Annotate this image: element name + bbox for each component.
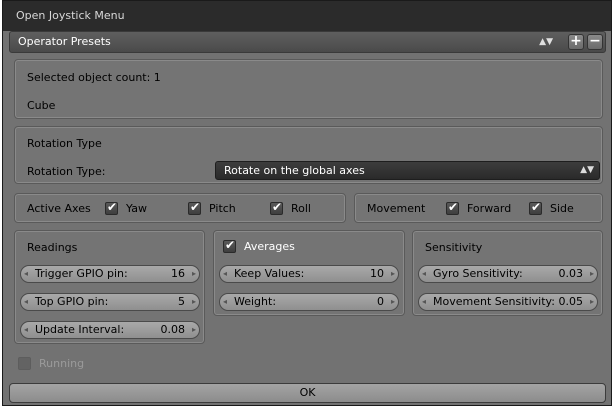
field-value: 0.05: [558, 295, 584, 308]
field-label: Keep Values:: [234, 267, 305, 280]
left-arrow-icon[interactable]: ◂: [422, 294, 426, 310]
readings-title: Readings: [27, 241, 78, 254]
field-label: Trigger GPIO pin:: [35, 267, 128, 280]
keep-values-field[interactable]: ◂ Keep Values: 10 ▸: [219, 265, 399, 283]
right-arrow-icon[interactable]: ▸: [391, 294, 395, 310]
field-label: Update Interval:: [35, 323, 125, 336]
right-arrow-icon[interactable]: ▸: [590, 294, 594, 310]
averages-checkbox[interactable]: ✔: [223, 238, 236, 253]
movement-label: Movement: [367, 202, 426, 215]
right-arrow-icon[interactable]: ▸: [391, 266, 395, 282]
window-title: Open Joystick Menu: [3, 1, 611, 31]
right-arrow-icon[interactable]: ▸: [192, 322, 196, 338]
yaw-label: Yaw: [126, 202, 147, 215]
readings-panel: Readings ◂ Trigger GPIO pin: 16 ▸ ◂ Top …: [14, 230, 205, 344]
check-icon: ✔: [531, 200, 542, 214]
rotation-type-panel: Rotation Type Rotation Type: Rotate on t…: [14, 126, 603, 184]
roll-label: Roll: [291, 202, 311, 215]
trigger-gpio-field[interactable]: ◂ Trigger GPIO pin: 16 ▸: [20, 265, 200, 283]
left-arrow-icon[interactable]: ◂: [223, 266, 227, 282]
left-arrow-icon[interactable]: ◂: [24, 322, 28, 338]
remove-preset-button[interactable]: −: [587, 34, 603, 50]
forward-label: Forward: [467, 202, 512, 215]
object-name-text: Cube: [27, 99, 56, 112]
field-label: Movement Sensitivity:: [433, 295, 555, 308]
left-arrow-icon[interactable]: ◂: [223, 294, 227, 310]
yaw-checkbox[interactable]: ✔: [105, 200, 118, 215]
check-icon: ✔: [107, 200, 118, 214]
field-label: Top GPIO pin:: [35, 295, 109, 308]
operator-presets-dropdown[interactable]: Operator Presets ▲▼ + −: [9, 31, 606, 53]
running-checkbox[interactable]: [18, 357, 31, 370]
field-label: Weight:: [234, 295, 277, 308]
field-value: 0.08: [160, 323, 186, 336]
pitch-checkbox[interactable]: ✔: [188, 200, 201, 215]
gyro-sensitivity-field[interactable]: ◂ Gyro Sensitivity: 0.03 ▸: [418, 265, 598, 283]
field-label: Gyro Sensitivity:: [433, 267, 523, 280]
right-arrow-icon[interactable]: ▸: [590, 266, 594, 282]
pitch-label: Pitch: [209, 202, 236, 215]
movement-panel: Movement ✔ Forward ✔ Side: [354, 193, 603, 223]
side-label: Side: [550, 202, 574, 215]
check-icon: ✔: [190, 200, 201, 214]
field-value: 16: [171, 267, 185, 280]
field-value: 0.03: [558, 267, 584, 280]
rotation-type-dropdown[interactable]: Rotate on the global axes ▲▼: [215, 161, 600, 180]
left-arrow-icon[interactable]: ◂: [24, 266, 28, 282]
averages-label: Averages: [244, 240, 295, 253]
ok-button[interactable]: OK: [9, 383, 606, 403]
update-interval-field[interactable]: ◂ Update Interval: 0.08 ▸: [20, 321, 200, 339]
rotation-type-label: Rotation Type:: [27, 165, 106, 178]
selection-info-panel: Selected object count: 1 Cube: [14, 59, 603, 119]
updown-arrows-icon: ▲▼: [580, 165, 594, 175]
field-value: 0: [377, 295, 384, 308]
field-value: 10: [370, 267, 384, 280]
left-arrow-icon[interactable]: ◂: [24, 294, 28, 310]
averages-panel: ✔ Averages ◂ Keep Values: 10 ▸ ◂ Weight:…: [213, 230, 405, 316]
add-preset-button[interactable]: +: [568, 34, 584, 50]
forward-checkbox[interactable]: ✔: [446, 200, 459, 215]
roll-checkbox[interactable]: ✔: [270, 200, 283, 215]
updown-arrows-icon: ▲▼: [539, 37, 553, 47]
selected-count-text: Selected object count: 1: [27, 71, 161, 84]
sensitivity-panel: Sensitivity ◂ Gyro Sensitivity: 0.03 ▸ ◂…: [412, 230, 603, 316]
check-icon: ✔: [448, 200, 459, 214]
operator-presets-label: Operator Presets: [18, 35, 111, 48]
active-axes-label: Active Axes: [27, 202, 91, 215]
check-icon: ✔: [272, 200, 283, 214]
top-gpio-field[interactable]: ◂ Top GPIO pin: 5 ▸: [20, 293, 200, 311]
rotation-section-title: Rotation Type: [27, 137, 102, 150]
left-arrow-icon[interactable]: ◂: [422, 266, 426, 282]
weight-field[interactable]: ◂ Weight: 0 ▸: [219, 293, 399, 311]
movement-sensitivity-field[interactable]: ◂ Movement Sensitivity: 0.05 ▸: [418, 293, 598, 311]
side-checkbox[interactable]: ✔: [529, 200, 542, 215]
active-axes-panel: Active Axes ✔ Yaw ✔ Pitch ✔ Roll: [14, 193, 346, 223]
running-label: Running: [39, 357, 85, 370]
sensitivity-title: Sensitivity: [425, 241, 483, 254]
rotation-type-value: Rotate on the global axes: [224, 164, 365, 177]
check-icon: ✔: [225, 238, 236, 252]
right-arrow-icon[interactable]: ▸: [192, 294, 196, 310]
right-arrow-icon[interactable]: ▸: [192, 266, 196, 282]
field-value: 5: [178, 295, 185, 308]
